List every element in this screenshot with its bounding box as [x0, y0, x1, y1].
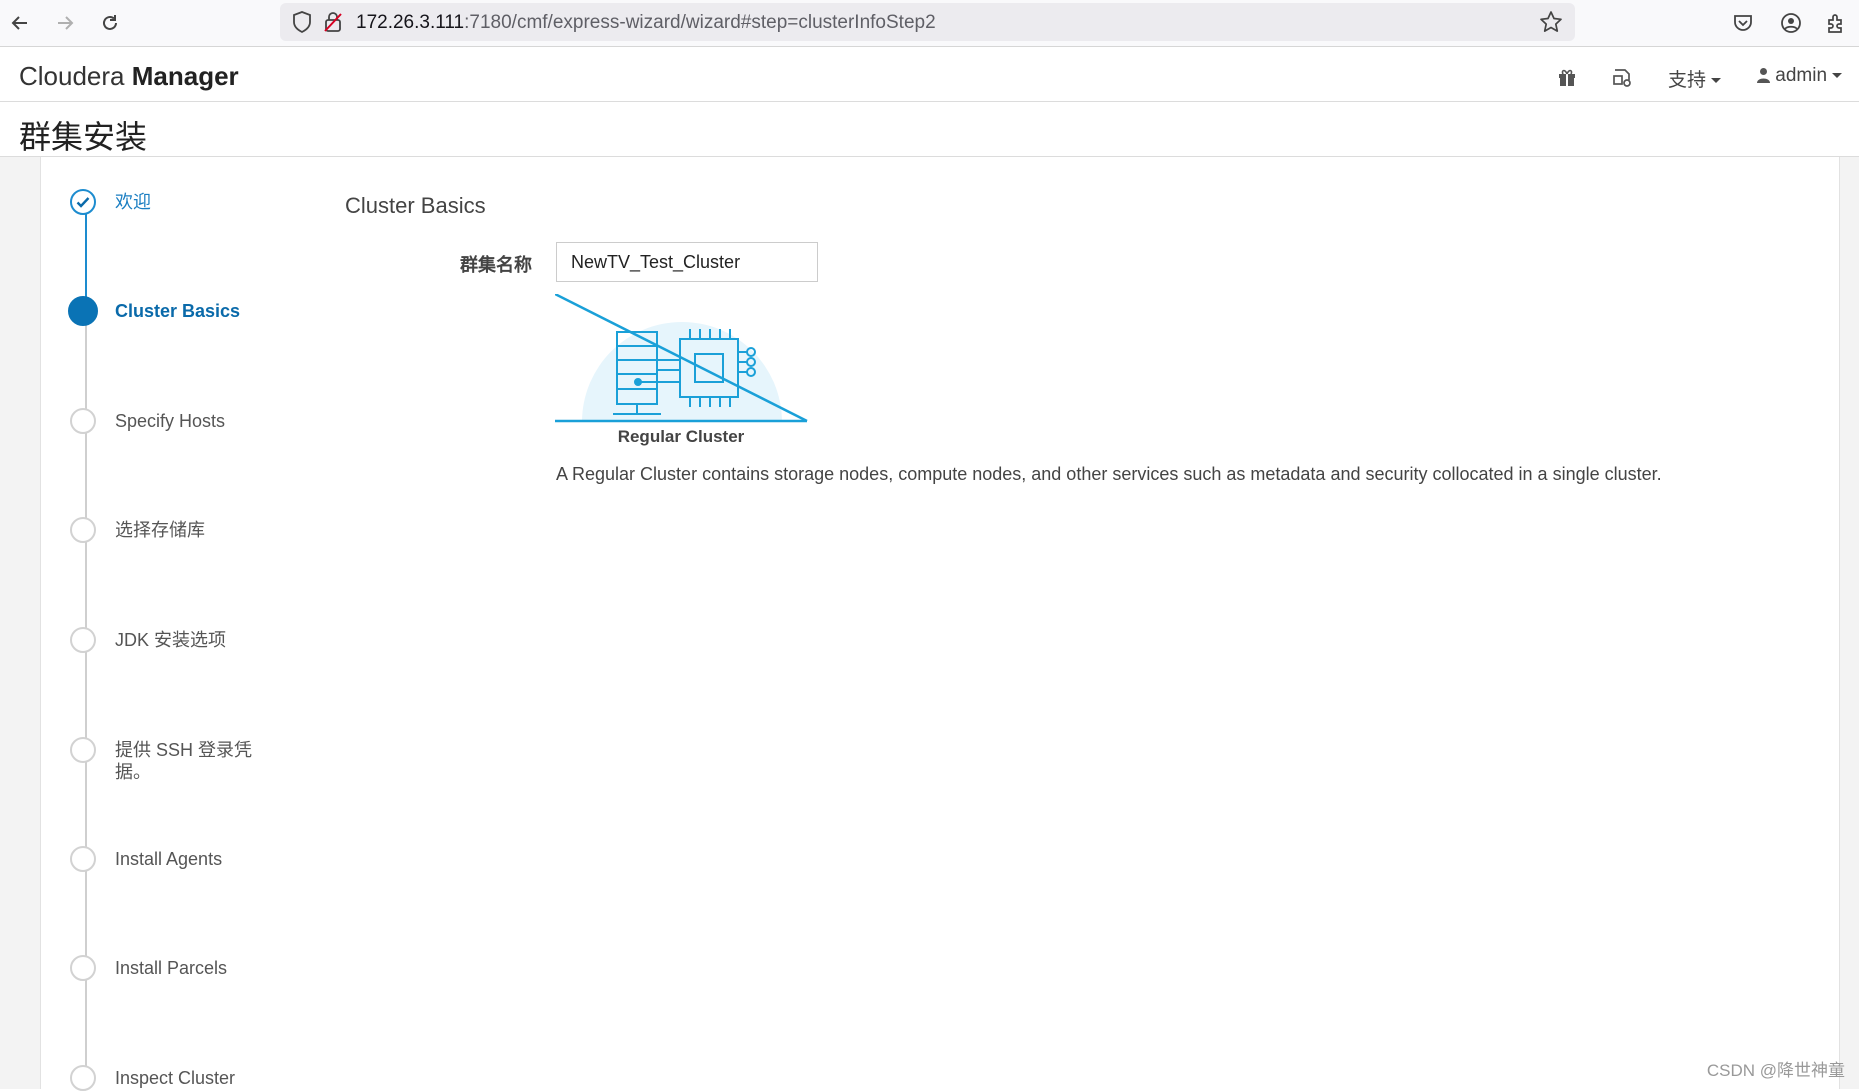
account-icon[interactable]: [1777, 9, 1805, 37]
active-step-dot-icon: [68, 296, 98, 326]
pocket-icon[interactable]: [1729, 9, 1757, 37]
pending-step-circle-icon: [70, 408, 96, 434]
address-bar[interactable]: 172.26.3.111:7180/cmf/express-wizard/wiz…: [280, 3, 1575, 41]
pending-step-circle-icon: [70, 955, 96, 981]
gift-icon[interactable]: [1555, 65, 1579, 89]
bookmark-star-icon[interactable]: [1539, 10, 1563, 39]
step-label: 欢迎: [115, 192, 151, 212]
chevron-down-icon: [1711, 78, 1722, 84]
url-path: :7180/cmf/express-wizard/wizard#step=clu…: [464, 12, 936, 33]
parcel-icon[interactable]: [1610, 65, 1634, 89]
user-label: admin: [1775, 65, 1828, 86]
pending-step-circle-icon: [70, 517, 96, 543]
brand-logo[interactable]: Cloudera Manager: [19, 61, 239, 92]
url-text[interactable]: 172.26.3.111:7180/cmf/express-wizard/wiz…: [356, 12, 936, 34]
extensions-icon[interactable]: [1822, 9, 1850, 37]
step-label: Install Parcels: [115, 958, 228, 978]
insecure-lock-icon[interactable]: [324, 11, 342, 38]
app-header: Cloudera Manager 支持 admin: [0, 47, 1859, 102]
check-icon: [70, 189, 96, 215]
page-title: 群集安装: [19, 119, 148, 155]
brand-light: Cloudera: [19, 61, 125, 91]
pending-step-circle-icon: [70, 846, 96, 872]
step-label: Inspect Cluster: [115, 1068, 236, 1088]
page-title-bar: 群集安装: [0, 102, 1859, 157]
pending-step-circle-icon: [70, 627, 96, 653]
step-label: 提供 SSH 登录凭据。: [115, 740, 253, 782]
chevron-down-icon: [1832, 73, 1843, 79]
shield-icon[interactable]: [292, 11, 312, 38]
brand-bold: Manager: [131, 61, 239, 91]
back-arrow-icon[interactable]: [5, 8, 35, 38]
watermark: CSDN @降世神童: [1706, 1061, 1845, 1080]
step-label: 选择存储库: [115, 520, 205, 540]
step-label: JDK 安装选项: [115, 630, 227, 650]
support-label: 支持: [1668, 70, 1707, 91]
browser-toolbar: 172.26.3.111:7180/cmf/express-wizard/wiz…: [0, 0, 1859, 47]
user-icon: [1757, 65, 1770, 86]
cluster-name-label: 群集名称: [460, 255, 532, 275]
user-menu[interactable]: admin: [1757, 65, 1843, 87]
reload-icon[interactable]: [95, 8, 125, 38]
step-label: Cluster Basics: [115, 301, 241, 321]
pending-step-circle-icon: [70, 737, 96, 763]
forward-arrow-icon[interactable]: [50, 8, 80, 38]
support-menu[interactable]: 支持: [1668, 65, 1722, 92]
url-host: 172.26.3.111: [356, 12, 465, 33]
pending-step-circle-icon: [70, 1065, 96, 1091]
regular-cluster-illustration-icon[interactable]: [554, 292, 809, 429]
cluster-type-name: Regular Cluster: [617, 427, 745, 446]
cluster-name-input[interactable]: [556, 242, 818, 282]
section-title: Cluster Basics: [345, 193, 486, 218]
step-label: Specify Hosts: [115, 411, 226, 431]
cluster-type-description: A Regular Cluster contains storage nodes…: [556, 464, 1662, 484]
step-label: Install Agents: [115, 849, 223, 869]
main-panel: [316, 157, 1840, 1089]
